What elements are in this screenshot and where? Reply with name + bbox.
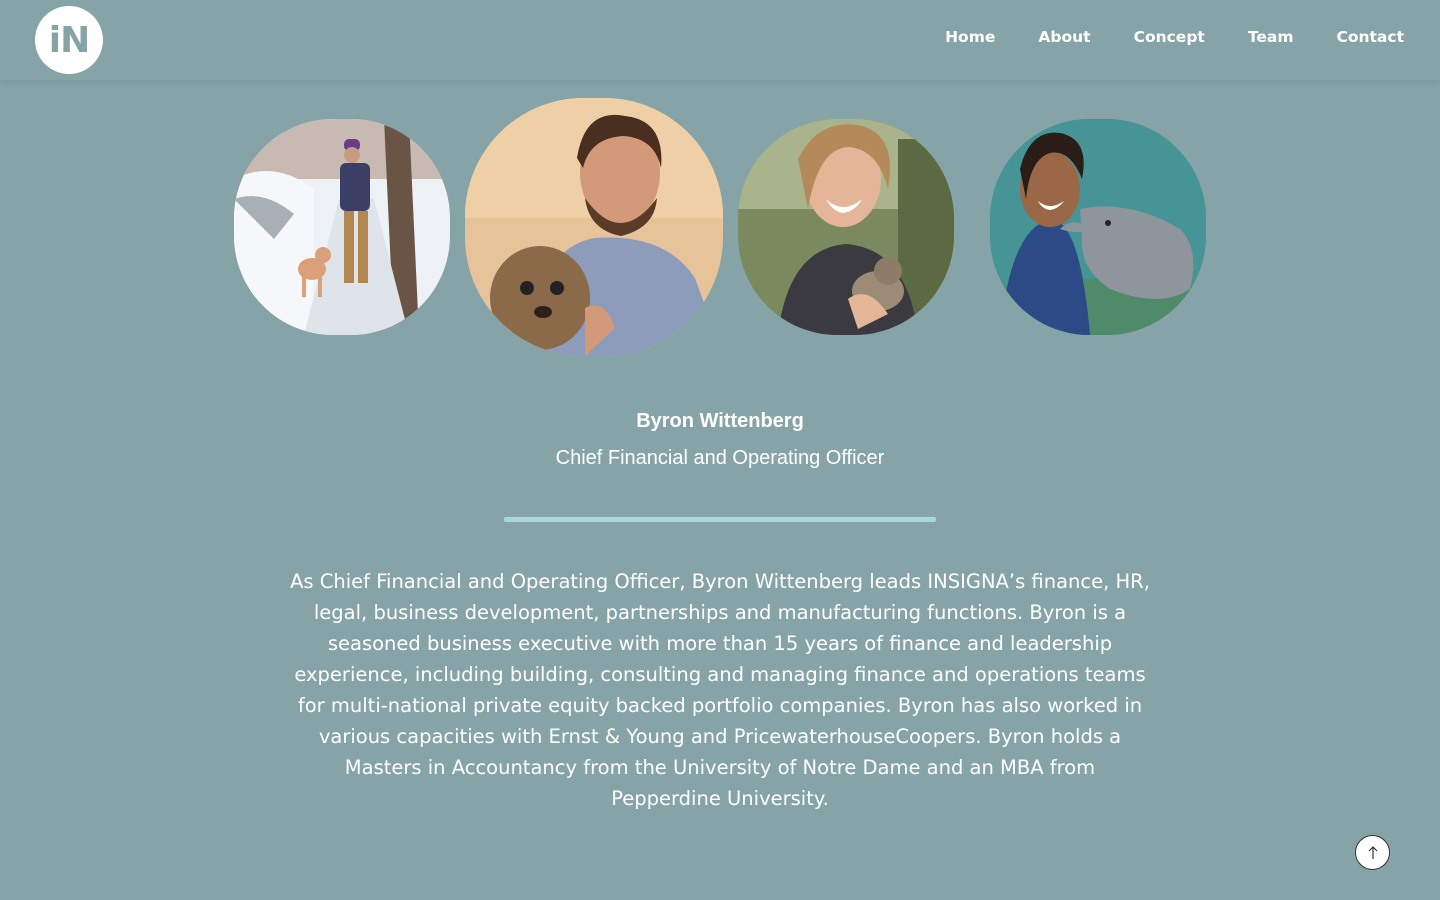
team-photo-byron-wittenberg[interactable] <box>465 98 723 356</box>
member-role: Chief Financial and Operating Officer <box>555 447 885 469</box>
logo[interactable]: iN <box>35 6 103 74</box>
nav-team[interactable]: Team <box>1248 28 1294 46</box>
main-nav: Home About Concept Team Contact <box>902 28 1404 46</box>
arrow-up-icon <box>1368 845 1377 859</box>
photo-man-with-dog-image <box>234 119 450 335</box>
section-divider <box>504 517 936 522</box>
nav-about[interactable]: About <box>1038 28 1090 46</box>
photo-woman-kitten-image <box>738 119 954 335</box>
nav-contact[interactable]: Contact <box>1336 28 1404 46</box>
member-name: Byron Wittenberg <box>636 410 804 432</box>
scroll-to-top-button[interactable] <box>1355 835 1390 870</box>
nav-home[interactable]: Home <box>945 28 995 46</box>
team-page: iN Home About Concept Team Contact Byron… <box>0 0 1440 900</box>
member-bio: As Chief Financial and Operating Officer… <box>290 570 1150 810</box>
photo-byron-image <box>465 98 723 356</box>
team-photo-man-with-dog[interactable] <box>234 119 450 335</box>
nav-concept[interactable]: Concept <box>1134 28 1205 46</box>
logo-text: iN <box>48 19 90 61</box>
photo-woman-dolphin-image <box>990 119 1206 335</box>
site-header: iN Home About Concept Team Contact <box>0 0 1440 80</box>
team-photo-woman-with-kitten[interactable] <box>738 119 954 335</box>
team-photo-woman-with-dolphin[interactable] <box>990 119 1206 335</box>
